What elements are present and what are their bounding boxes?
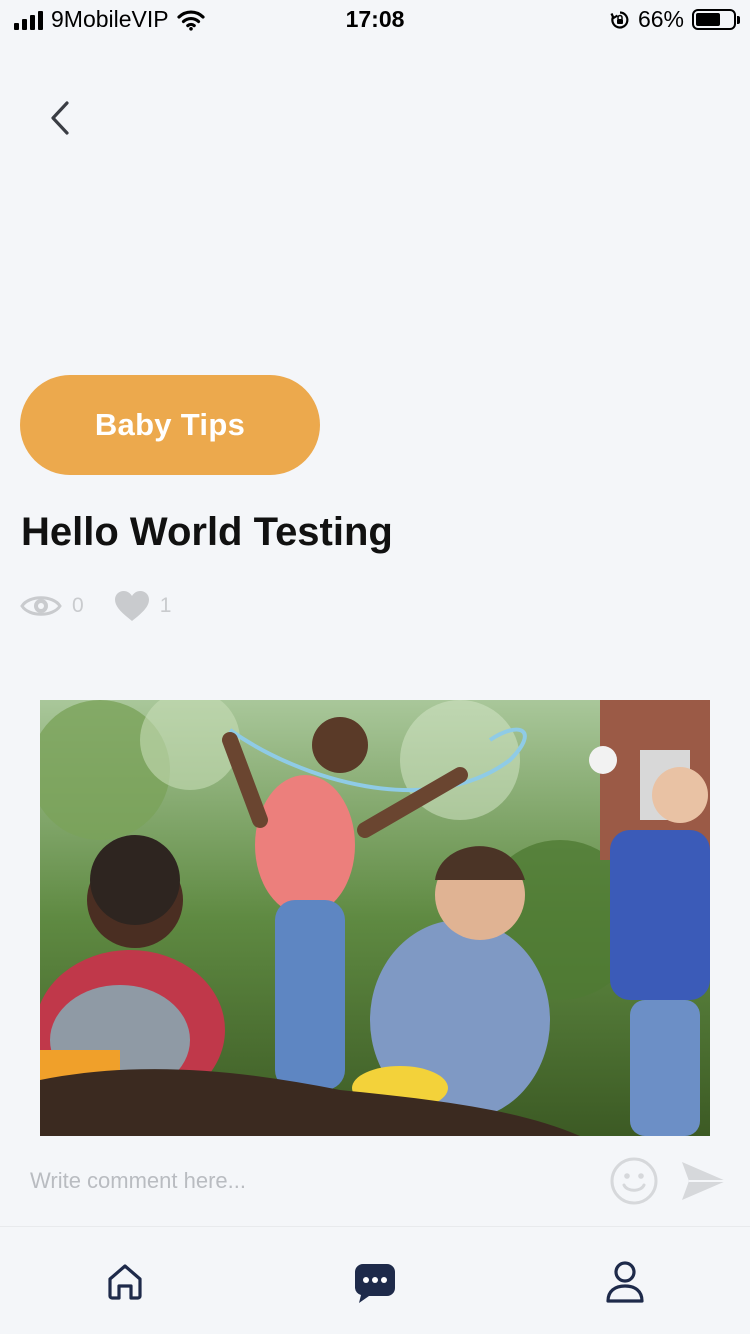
back-button[interactable] [40,96,80,140]
tab-chat[interactable] [350,1257,400,1307]
status-bar: 9MobileVIP 17:08 66% [0,0,750,40]
rotation-lock-icon [610,10,629,29]
battery-percent: 66% [637,6,684,32]
heart-icon [114,591,149,621]
views-count: 0 [72,594,84,617]
status-right: 66% [610,6,740,33]
post-stats: 0 1 [20,590,171,622]
battery-icon [692,9,740,30]
post-title: Hello World Testing [21,510,393,554]
battery-fill [696,13,720,26]
tab-home[interactable] [100,1257,150,1307]
comment-input[interactable] [30,1158,590,1204]
category-badge[interactable]: Baby Tips [20,375,320,475]
send-icon [682,1162,726,1200]
comment-bar [0,1148,750,1214]
tab-bar [0,1226,750,1334]
chevron-left-icon [51,101,69,135]
smiley-icon [610,1157,658,1205]
likes-count: 1 [159,594,172,617]
eye-icon [20,596,62,616]
views-stat: 0 [20,591,84,621]
likes-stat[interactable]: 1 [114,590,172,622]
emoji-button[interactable] [609,1156,659,1206]
home-icon [108,1264,142,1300]
tab-profile[interactable] [600,1257,650,1307]
user-icon [606,1261,644,1303]
chat-bubble-icon [355,1264,395,1303]
send-button[interactable] [680,1160,728,1202]
post-image [40,700,710,1136]
